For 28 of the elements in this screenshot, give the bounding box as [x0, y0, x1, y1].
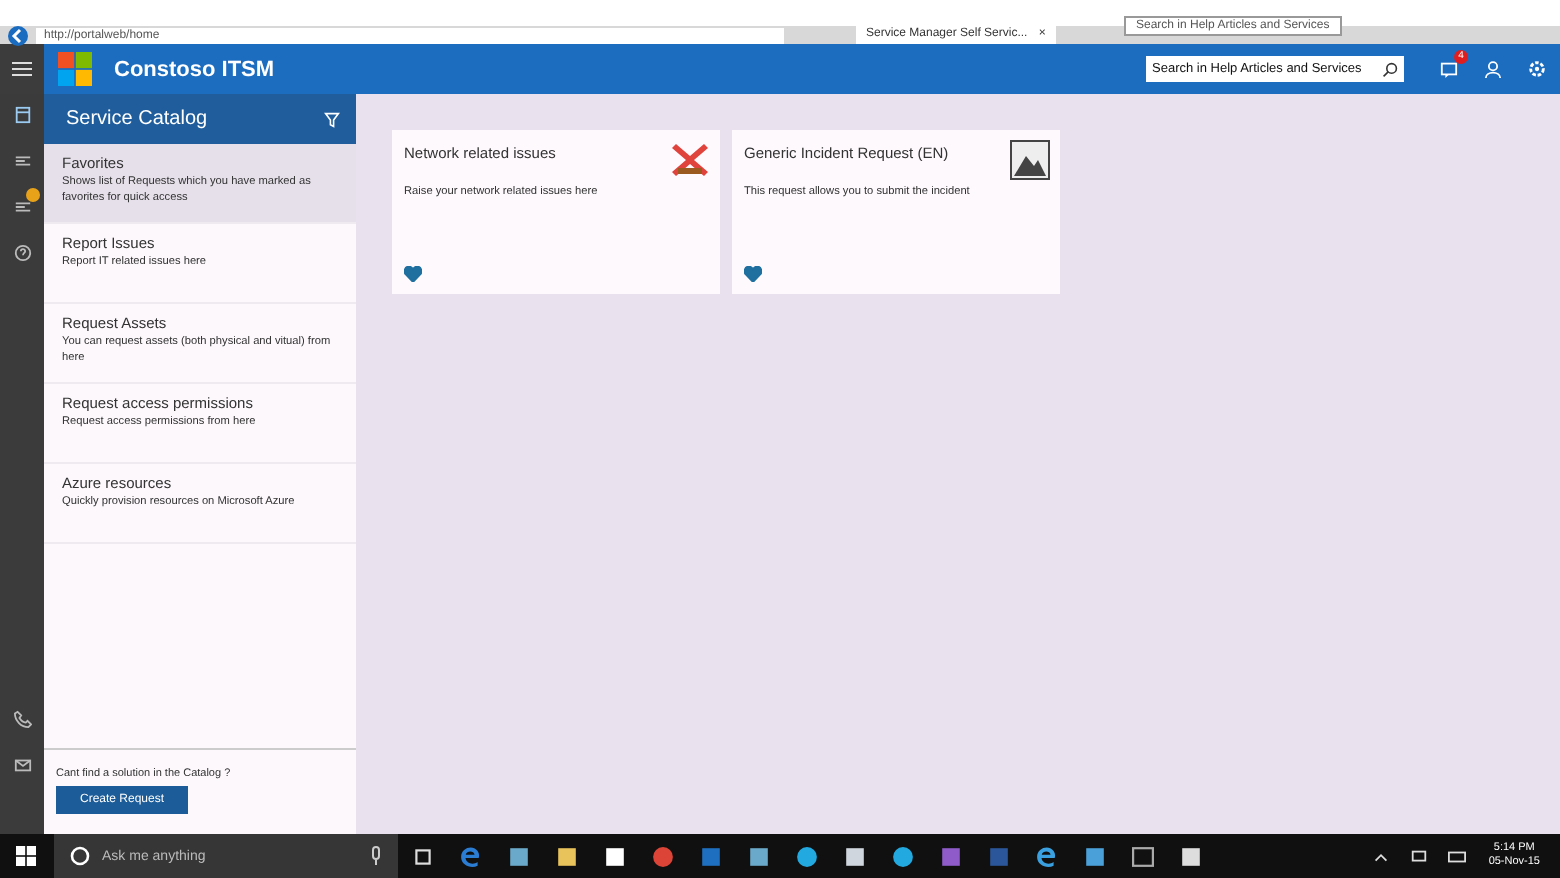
image-icon: [1010, 140, 1050, 180]
notification-icon[interactable]: [1440, 60, 1458, 78]
help-icon[interactable]: [13, 244, 31, 262]
catalog-icon[interactable]: [13, 106, 31, 124]
menu-icon[interactable]: [0, 44, 44, 94]
task-view-icon[interactable]: [412, 845, 434, 867]
explorer-icon[interactable]: [1036, 845, 1058, 867]
edge-icon[interactable]: [460, 845, 482, 867]
list-icon[interactable]: [13, 152, 31, 170]
list-icon[interactable]: [13, 198, 31, 216]
cross-icon: [670, 140, 710, 180]
search-icon[interactable]: [1382, 61, 1398, 77]
keyboard-icon[interactable]: [1448, 847, 1467, 865]
circle-icon: [70, 846, 90, 866]
filter-icon[interactable]: [324, 111, 340, 127]
back-icon[interactable]: [8, 25, 28, 45]
panel-title: Service Catalog: [66, 108, 210, 130]
windows-icon[interactable]: [16, 846, 36, 866]
user-icon[interactable]: [1484, 60, 1502, 78]
app-title: Constoso ITSM: [114, 57, 275, 81]
logo-icon: [58, 52, 92, 86]
microphone-icon[interactable]: [370, 846, 382, 866]
notification-badge: [25, 188, 39, 202]
heart-icon[interactable]: [744, 266, 762, 282]
phone-icon[interactable]: [13, 710, 31, 728]
message-icon[interactable]: [1410, 847, 1429, 865]
settings-icon[interactable]: [1528, 60, 1546, 78]
heart-icon[interactable]: [404, 266, 422, 282]
